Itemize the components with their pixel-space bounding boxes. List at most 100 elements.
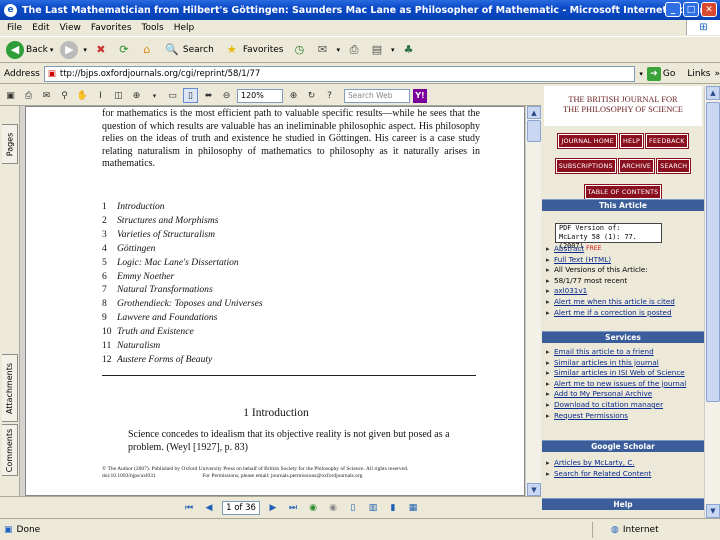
link-text[interactable]: Email this article to a friend — [554, 347, 654, 358]
sidebar-link[interactable]: ▸ Search for Related Content — [546, 469, 702, 480]
link-text[interactable]: Add to My Personal Archive — [554, 389, 652, 400]
link-text[interactable]: Search for Related Content — [554, 469, 651, 480]
subscriptions-button[interactable]: SUBSCRIPTIONS — [554, 158, 617, 174]
refresh-icon[interactable]: ⟳ — [115, 41, 133, 59]
sidebar-link[interactable]: ▸ Download to citation manager — [546, 400, 702, 411]
scroll-up-icon[interactable]: ▲ — [527, 106, 541, 119]
journal-home-button[interactable]: JOURNAL HOME — [557, 133, 618, 149]
next-view-icon[interactable]: ◉ — [326, 501, 340, 515]
forward-arrow-icon[interactable]: ▶ — [60, 40, 79, 59]
tab-comments[interactable]: Comments — [2, 424, 18, 476]
tab-pages[interactable]: Pages — [2, 124, 18, 164]
messenger-icon[interactable]: ♣ — [400, 41, 418, 59]
zoom-tool-icon[interactable]: ⊕ — [129, 88, 144, 103]
snapshot-icon[interactable]: ◫ — [111, 88, 126, 103]
select-tool-icon[interactable]: I — [93, 88, 108, 103]
print-icon[interactable]: ⎙ — [21, 88, 36, 103]
page-scrollbar[interactable]: ▲ ▼ — [704, 86, 720, 518]
search-web-input[interactable]: Search Web — [344, 88, 410, 103]
sidebar-link[interactable]: ▸ Articles by McLarty, C. — [546, 458, 702, 469]
feedback-button[interactable]: FEEDBACK — [645, 133, 689, 149]
facing-icon[interactable]: ▮ — [386, 501, 400, 515]
mail-dropdown-icon[interactable]: ▾ — [336, 46, 340, 54]
prev-page-icon[interactable]: ◀ — [202, 501, 216, 515]
back-dropdown-icon[interactable]: ▾ — [50, 46, 54, 54]
sidebar-link[interactable]: ▸ Request Permissions — [546, 411, 702, 422]
sidebar-link[interactable]: ▸ Similar articles in this journal — [546, 358, 702, 369]
link-text[interactable]: Similar articles in this journal — [554, 358, 659, 369]
sidebar-link[interactable]: ▸ Alert me to new issues of the journal — [546, 379, 702, 390]
sidebar-link[interactable]: ▸ Full Text (HTML) — [546, 255, 702, 266]
journal-header[interactable]: THE BRITISH JOURNAL FOR THE PHILOSOPHY O… — [544, 86, 702, 126]
mail-icon[interactable]: ✉ — [313, 41, 331, 59]
links-more-icon[interactable]: » — [714, 69, 720, 79]
sidebar-link[interactable]: ▸ Similar articles in ISI Web of Science — [546, 368, 702, 379]
menu-edit[interactable]: Edit — [29, 23, 56, 33]
zoom-dropdown-icon[interactable]: ▾ — [147, 88, 162, 103]
address-dropdown-icon[interactable]: ▾ — [639, 70, 643, 78]
print-icon[interactable]: ⎙ — [345, 41, 363, 59]
email-icon[interactable]: ✉ — [39, 88, 54, 103]
next-page-icon[interactable]: ▶ — [266, 501, 280, 515]
page-scroll-thumb[interactable] — [706, 102, 720, 402]
maximize-button[interactable]: □ — [683, 2, 699, 17]
tab-attachments[interactable]: Attachments — [2, 354, 18, 422]
menu-view[interactable]: View — [57, 23, 88, 33]
single-page-icon[interactable]: ▯ — [346, 501, 360, 515]
previous-view-icon[interactable]: ◉ — [306, 501, 320, 515]
pdf-scrollbar[interactable]: ▲ ▼ — [525, 106, 541, 496]
fit-page-icon[interactable]: ▯ — [183, 88, 198, 103]
link-text[interactable]: Full Text (HTML) — [554, 255, 611, 266]
help-icon[interactable]: ? — [322, 88, 337, 103]
link-text[interactable]: Articles by McLarty, C. — [554, 458, 635, 469]
search-button[interactable]: SEARCH — [656, 158, 692, 174]
close-button[interactable]: ✕ — [701, 2, 717, 17]
archive-button[interactable]: ARCHIVE — [617, 158, 656, 174]
menu-help[interactable]: Help — [171, 23, 202, 33]
go-button[interactable]: ➜ Go — [646, 66, 675, 81]
edit-dropdown-icon[interactable]: ▾ — [391, 46, 395, 54]
page-scroll-up-icon[interactable]: ▲ — [706, 86, 720, 100]
menu-favorites[interactable]: Favorites — [88, 23, 139, 33]
page-scroll-down-icon[interactable]: ▼ — [706, 504, 720, 518]
link-text[interactable]: Similar articles in ISI Web of Science — [554, 368, 685, 379]
link-text[interactable]: Download to citation manager — [554, 400, 663, 411]
minimize-button[interactable]: _ — [665, 2, 681, 17]
link-text[interactable]: Request Permissions — [554, 411, 628, 422]
zoom-in-icon[interactable]: ⊕ — [286, 88, 301, 103]
find-icon[interactable]: ⚲ — [57, 88, 72, 103]
sidebar-link[interactable]: ▸ Email this article to a friend — [546, 347, 702, 358]
hand-tool-icon[interactable]: ✋ — [75, 88, 90, 103]
menu-tools[interactable]: Tools — [139, 23, 171, 33]
fit-width-icon[interactable]: ⬌ — [201, 88, 216, 103]
edit-icon[interactable]: ▤ — [368, 41, 386, 59]
links-label[interactable]: Links — [687, 69, 710, 79]
link-text[interactable]: Alert me if a correction is posted — [554, 308, 672, 319]
page-number-field[interactable]: 1 of 36 — [222, 500, 260, 515]
continuous-facing-icon[interactable]: ▦ — [406, 501, 420, 515]
back-button[interactable]: ◀ Back ▾ — [4, 39, 55, 61]
first-page-icon[interactable]: ⏮ — [182, 501, 196, 515]
save-icon[interactable]: ▣ — [3, 88, 18, 103]
search-button[interactable]: 🔍 Search — [161, 39, 216, 61]
help-button[interactable]: HELP — [618, 133, 645, 149]
rotate-icon[interactable]: ↻ — [304, 88, 319, 103]
sidebar-link[interactable]: ▸ Abstract FREE — [546, 244, 702, 255]
zoom-out-icon[interactable]: ⊖ — [219, 88, 234, 103]
link-text[interactable]: Alert me to new issues of the journal — [554, 379, 686, 390]
home-icon[interactable]: ⌂ — [138, 41, 156, 59]
favorites-button[interactable]: ★ Favorites — [221, 39, 286, 61]
sidebar-link[interactable]: ▸ Alert me when this article is cited — [546, 297, 702, 308]
scroll-down-icon[interactable]: ▼ — [527, 483, 541, 496]
last-page-icon[interactable]: ⏭ — [286, 501, 300, 515]
zoom-select[interactable]: 120% — [237, 88, 283, 103]
sidebar-link[interactable]: ▸ Alert me if a correction is posted — [546, 308, 702, 319]
menu-file[interactable]: File — [4, 23, 29, 33]
sidebar-link[interactable]: ▸ axl031v1 — [546, 286, 702, 297]
link-text[interactable]: axl031v1 — [554, 286, 587, 297]
table-of-contents-button[interactable]: TABLE OF CONTENTS — [583, 184, 663, 200]
actual-size-icon[interactable]: ▭ — [165, 88, 180, 103]
address-field[interactable]: ▣ ttp://bjps.oxfordjournals.org/cgi/repr… — [43, 65, 636, 82]
yahoo-icon[interactable]: Y! — [413, 88, 427, 103]
link-text[interactable]: Abstract — [554, 244, 584, 255]
